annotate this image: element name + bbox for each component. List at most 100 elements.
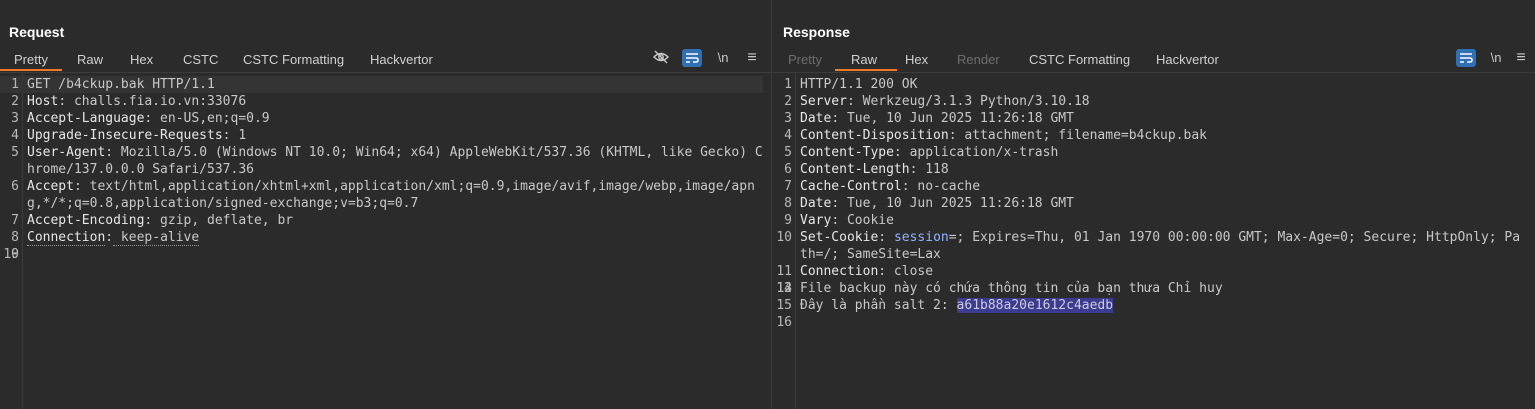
line-number: 11	[776, 264, 792, 279]
header-name: Accept-Language	[27, 111, 145, 126]
editor-line: 5 Content-Type: application/x-trash	[773, 144, 1527, 161]
editor-line: 6 Content-Length: 118	[773, 161, 1527, 178]
line-number: 8	[784, 196, 792, 211]
tab-hackvertor[interactable]: Hackvertor	[1156, 52, 1219, 67]
header-name: Upgrade-Insecure-Requests	[27, 128, 223, 143]
header-value: application/x-trash	[901, 145, 1059, 160]
tab-pretty[interactable]: Pretty	[788, 52, 822, 67]
line-number: 14	[776, 281, 792, 296]
header-colon: :	[878, 264, 887, 279]
eye-off-icon[interactable]	[651, 49, 671, 67]
header-colon: :	[222, 128, 231, 143]
header-colon: :	[73, 179, 82, 194]
menu-icon[interactable]: ≡	[742, 49, 762, 67]
selected-salt[interactable]: a61b88a20e1612c4aedb	[956, 298, 1114, 313]
response-editor[interactable]: 1 HTTP/1.1 200 OK 2 Server: Werkzeug/3.1.3 …	[773, 73, 1535, 409]
line-number: 4	[11, 128, 19, 143]
line-number: 5	[11, 145, 19, 160]
line-text: Đây là phần salt 2:	[800, 298, 957, 313]
header-name: Content-Disposition	[800, 128, 949, 143]
newline-icon[interactable]: \n	[713, 49, 733, 67]
header-colon: :	[893, 145, 902, 160]
header-value: keep-alive	[113, 230, 200, 246]
header-colon: :	[831, 213, 840, 228]
request-editor[interactable]: 1 GET /b4ckup.bak HTTP/1.1 2 Host: challs.f…	[0, 73, 771, 409]
wrap-icon[interactable]	[1456, 49, 1476, 67]
line-text: HTTP/1.1 200 OK	[800, 77, 918, 92]
tab-cstc-formatting[interactable]: CSTC Formatting	[243, 52, 344, 67]
header-value: Tue, 10 Jun 2025 11:26:18 GMT	[839, 196, 1074, 211]
editor-line: 14 File backup này có chứa thông tin của …	[773, 280, 1527, 297]
line-number: 15	[776, 298, 792, 313]
line-number: 7	[784, 179, 792, 194]
header-value: Tue, 10 Jun 2025 11:26:18 GMT	[839, 111, 1074, 126]
editor-line: 7 Cache-Control: no-cache	[773, 178, 1527, 195]
header-name: Date	[800, 196, 832, 211]
header-value: 1	[230, 128, 247, 143]
active-tab-indicator	[0, 69, 62, 71]
tab-hex[interactable]: Hex	[130, 52, 153, 67]
editor-line: 11 Connection: close	[773, 263, 1527, 280]
editor-line: 15 Đây là phần salt 2: a61b88a20e1612c4ae…	[773, 297, 1527, 314]
tab-cstc-formatting[interactable]: CSTC Formatting	[1029, 52, 1130, 67]
header-colon: :	[831, 196, 840, 211]
tab-render[interactable]: Render	[957, 52, 1000, 67]
tab-raw[interactable]: Raw	[851, 52, 877, 67]
line-number: 1	[11, 77, 19, 92]
menu-icon[interactable]: ≡	[1511, 49, 1531, 67]
tab-raw[interactable]: Raw	[77, 52, 103, 67]
header-value: Mozilla/5.0 (Windows NT 10.0; Win64; x64…	[27, 145, 763, 177]
line-number: 2	[11, 94, 19, 109]
header-name: Accept-Encoding	[27, 213, 145, 228]
newline-icon[interactable]: \n	[1486, 49, 1506, 67]
line-text: File backup này có chứa thông tin của bạ…	[800, 281, 1223, 296]
header-name: Vary	[800, 213, 832, 228]
line-number: 6	[784, 162, 792, 177]
line-number: 5	[784, 145, 792, 160]
line-number: 6	[11, 179, 19, 194]
request-pane: Request Pretty Raw Hex CSTC CSTC Formatt…	[0, 0, 772, 409]
request-lines: 1 GET /b4ckup.bak HTTP/1.1 2 Host: challs.f…	[0, 76, 763, 262]
editor-line: 2 Host: challs.fia.io.vn:33076	[0, 93, 763, 110]
line-number: 1	[784, 77, 792, 92]
header-colon: :	[948, 128, 957, 143]
header-value: 118	[917, 162, 949, 177]
response-lines: 1 HTTP/1.1 200 OK 2 Server: Werkzeug/3.1.3 …	[773, 76, 1527, 330]
tab-hackvertor[interactable]: Hackvertor	[370, 52, 433, 67]
tab-cstc[interactable]: CSTC	[183, 52, 218, 67]
header-name: Server	[800, 94, 847, 109]
line-number: 3	[11, 111, 19, 126]
editor-line: 1 GET /b4ckup.bak HTTP/1.1	[0, 76, 763, 93]
header-value: no-cache	[909, 179, 981, 194]
header-name: Host	[27, 94, 59, 109]
header-value: en-US,en;q=0.9	[152, 111, 270, 126]
line-number: 4	[784, 128, 792, 143]
wrap-icon[interactable]	[682, 49, 702, 67]
line-number: 10	[3, 247, 19, 262]
header-value: attachment; filename=b4ckup.bak	[956, 128, 1207, 143]
tab-hex[interactable]: Hex	[905, 52, 928, 67]
header-value: Werkzeug/3.1.3 Python/3.10.18	[854, 94, 1090, 109]
header-colon: :	[878, 230, 887, 245]
editor-line: 8 Date: Tue, 10 Jun 2025 11:26:18 GMT	[773, 195, 1527, 212]
header-name: Connection	[800, 264, 879, 279]
header-colon: :	[831, 111, 840, 126]
line-number: 8	[11, 230, 19, 245]
active-tab-indicator	[835, 69, 897, 71]
editor-line: 6 Accept: text/html,application/xhtml+xml…	[0, 178, 763, 212]
editor-line: 9 Vary: Cookie	[773, 212, 1527, 229]
line-number: 10	[776, 230, 792, 245]
header-name: Date	[800, 111, 832, 126]
line-number: 9	[784, 213, 792, 228]
header-value: close	[886, 264, 934, 279]
line-text: GET /b4ckup.bak HTTP/1.1	[27, 77, 215, 92]
line-number: 16	[776, 315, 792, 330]
tab-pretty[interactable]: Pretty	[14, 52, 48, 67]
header-name: Content-Length	[800, 162, 910, 177]
header-colon: :	[105, 230, 114, 245]
editor-line: 7 Accept-Encoding: gzip, deflate, br	[0, 212, 763, 229]
header-colon: :	[58, 94, 67, 109]
header-name: Connection	[27, 230, 106, 246]
editor-line: 8 Connection: keep-alive	[0, 229, 763, 246]
response-title: Response	[783, 24, 850, 40]
